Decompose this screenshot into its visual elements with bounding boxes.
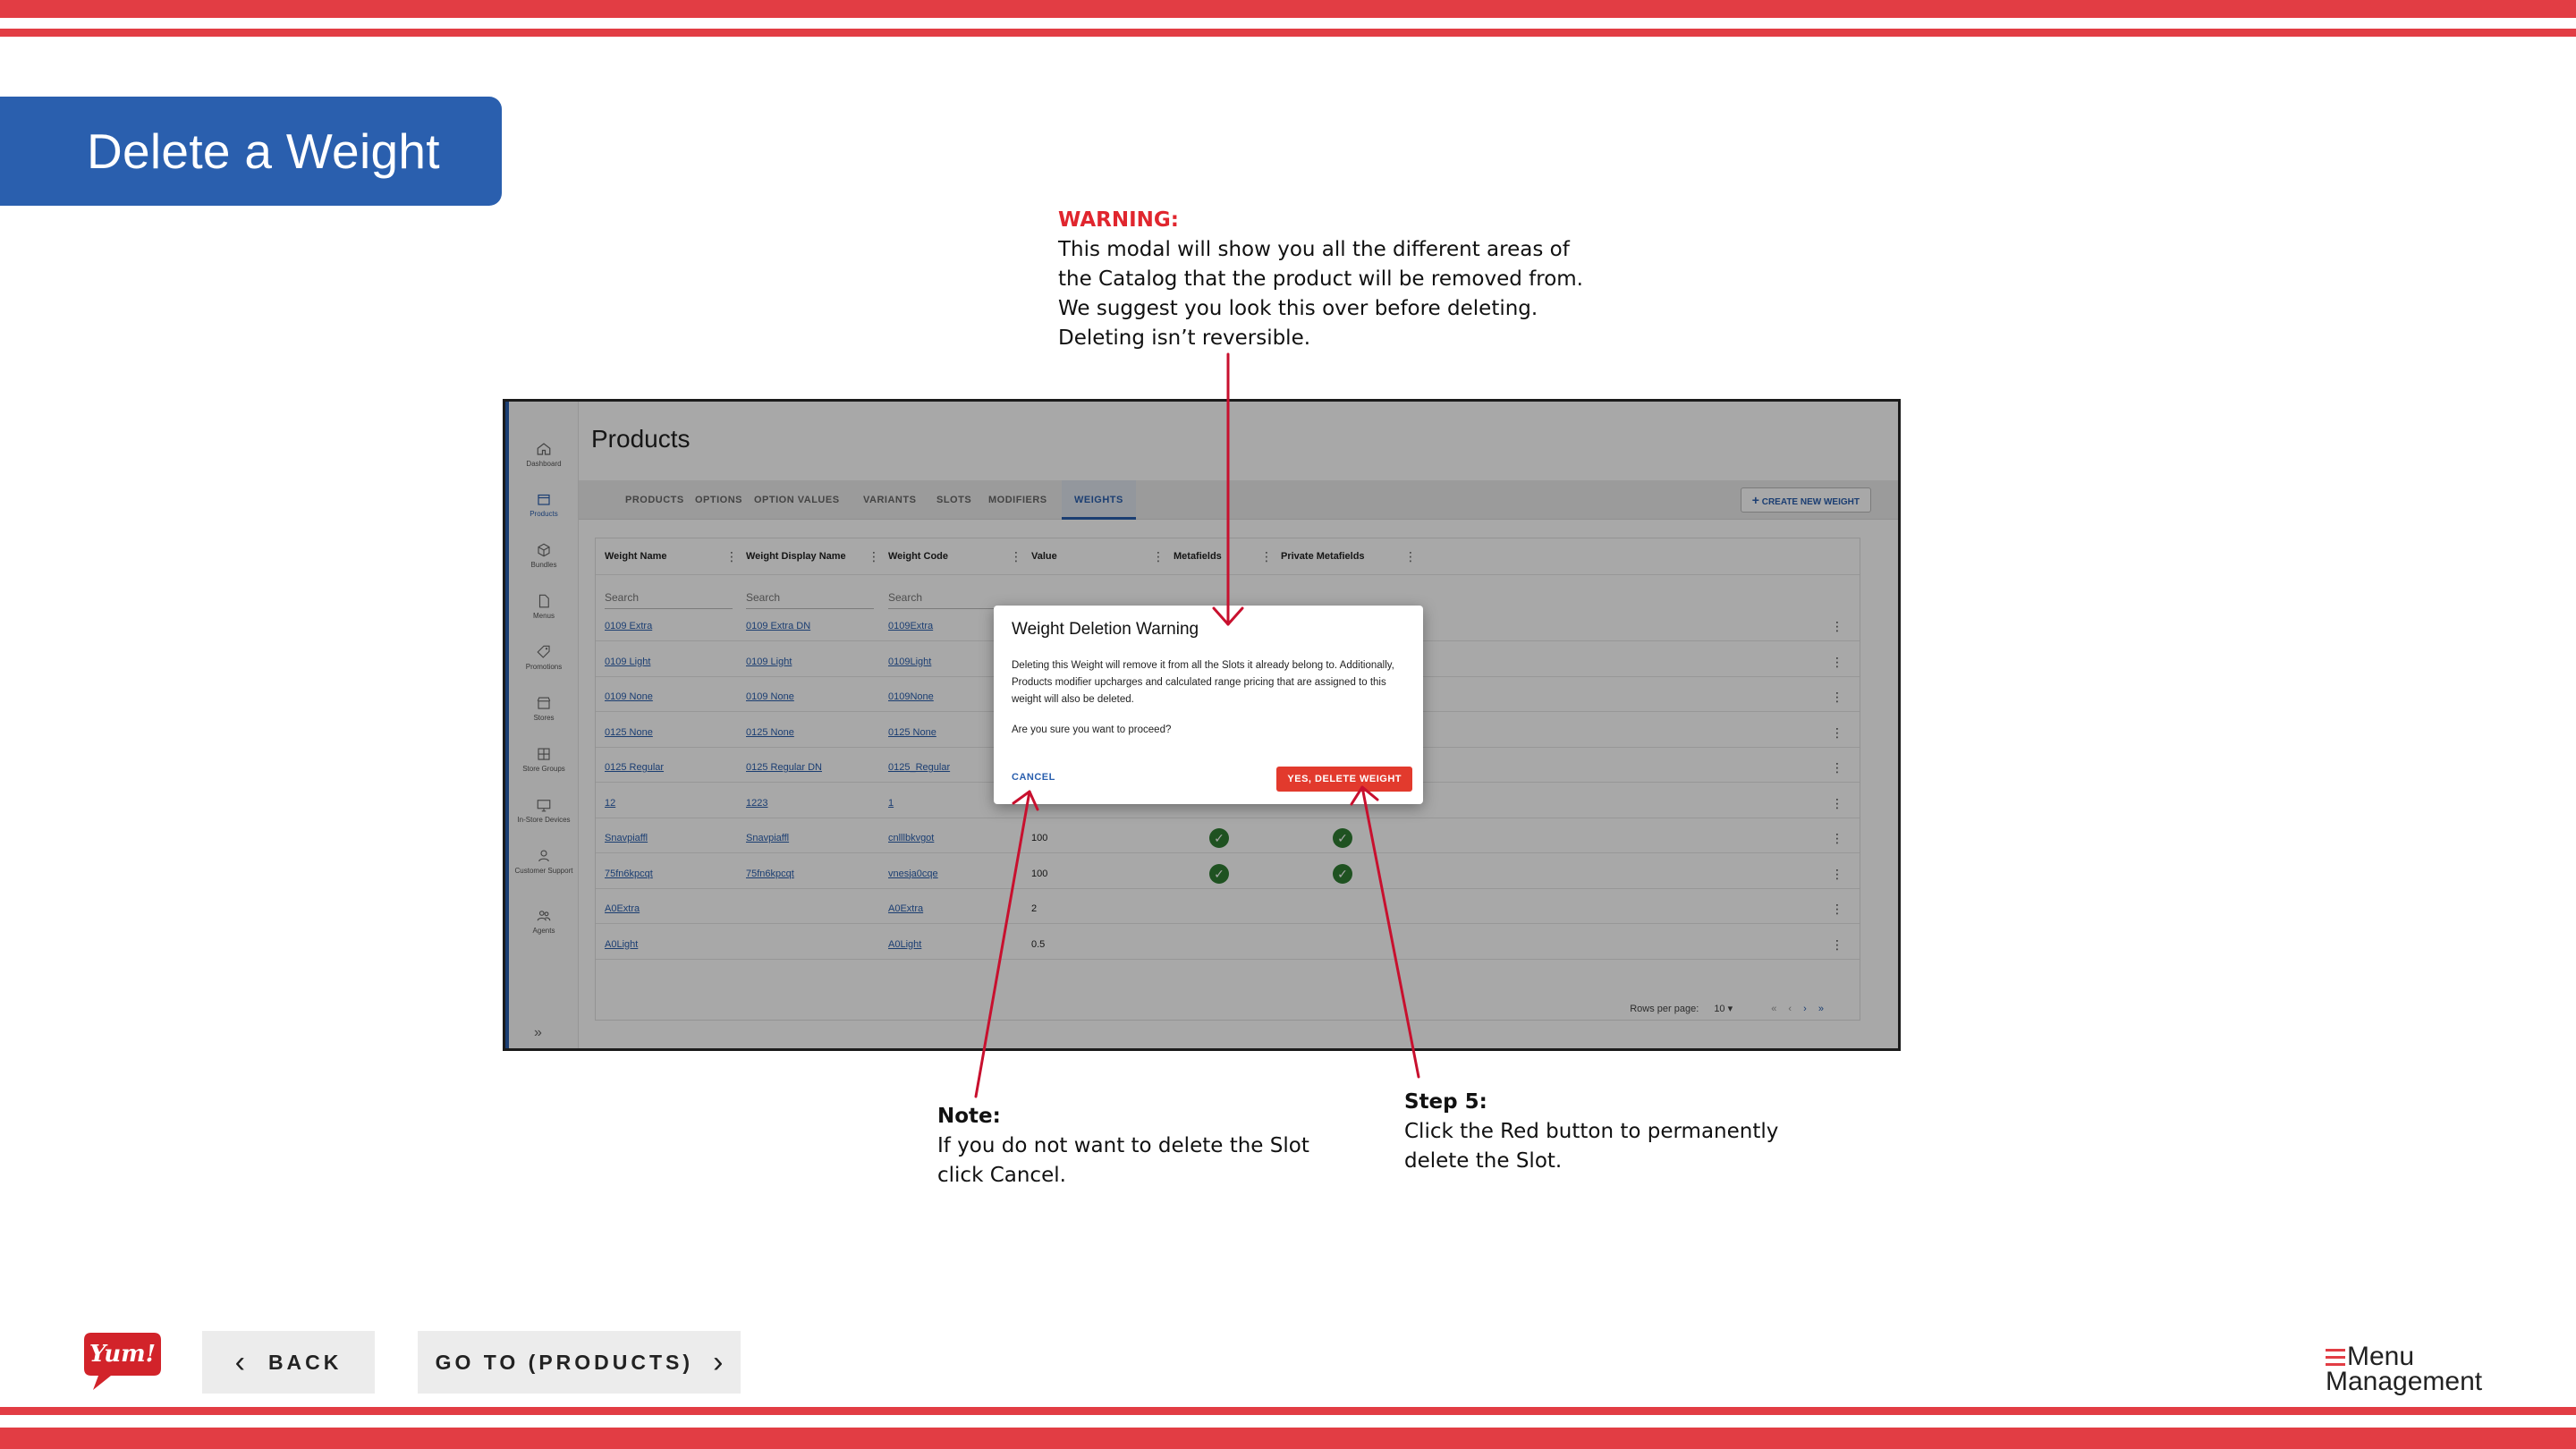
logo-line2: Management (2326, 1367, 2483, 1396)
slide-title-tab: Delete a Weight (0, 97, 502, 206)
note-line: If you do not want to delete the Slot (937, 1134, 1309, 1157)
yum-logo-text: Yum! (89, 1341, 156, 1368)
go-to-products-button[interactable]: GO TO (PRODUCTS) › (418, 1331, 741, 1394)
top-stripe-thick (0, 0, 2576, 18)
warning-line: We suggest you look this over before del… (1058, 297, 1538, 320)
back-label: BACK (267, 1350, 343, 1374)
forward-label: GO TO (PRODUCTS) (435, 1350, 694, 1374)
modal-title: Weight Deletion Warning (1012, 620, 1199, 639)
warning-line: This modal will show you all the differe… (1058, 238, 1570, 261)
app-screenshot: Dashboard Products Bundles Menus Promoti… (503, 399, 1901, 1051)
bottom-stripe-thick (0, 1428, 2576, 1449)
cancel-button[interactable]: CANCEL (1012, 772, 1055, 783)
warning-line: Deleting isn’t reversible. (1058, 326, 1311, 350)
step-line: Click the Red button to permanently (1404, 1120, 1779, 1143)
warning-annotation: WARNING: This modal will show you all th… (1058, 206, 1583, 353)
top-stripe-thin (0, 29, 2576, 37)
modal-body: Deleting this Weight will remove it from… (1012, 660, 1394, 705)
note-heading: Note: (937, 1105, 1001, 1128)
chevron-right-icon: › (713, 1344, 724, 1379)
weight-deletion-modal: Weight Deletion Warning Deleting this We… (994, 606, 1423, 804)
back-button[interactable]: ‹ BACK (202, 1331, 375, 1394)
note-annotation: Note: If you do not want to delete the S… (937, 1102, 1309, 1191)
step-line: delete the Slot. (1404, 1149, 1563, 1173)
bottom-stripe-thin (0, 1407, 2576, 1415)
yum-logo: Yum! (84, 1333, 161, 1390)
note-line: click Cancel. (937, 1164, 1066, 1187)
confirm-delete-button[interactable]: YES, DELETE WEIGHT (1276, 767, 1412, 792)
slide-title: Delete a Weight (87, 123, 440, 179)
modal-question: Are you sure you want to proceed? (1012, 724, 1172, 735)
warning-line: the Catalog that the product will be rem… (1058, 267, 1583, 291)
chevron-left-icon: ‹ (234, 1344, 245, 1379)
step-heading: Step 5: (1404, 1090, 1487, 1114)
warning-heading: WARNING: (1058, 208, 1179, 232)
step-annotation: Step 5: Click the Red button to permanen… (1404, 1088, 1778, 1176)
menu-management-logo: Menu Management (2326, 1342, 2496, 1396)
